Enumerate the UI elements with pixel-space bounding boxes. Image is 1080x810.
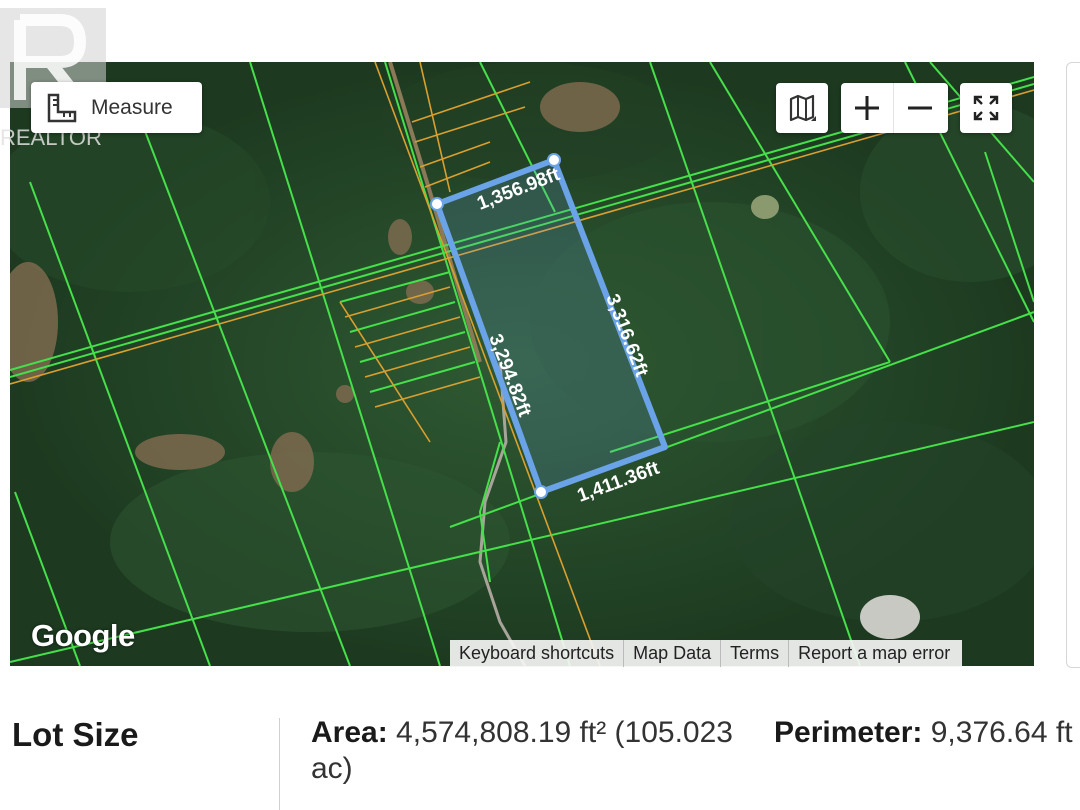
area-label: Area: [311, 716, 388, 749]
map-data-link[interactable]: Map Data [624, 640, 722, 667]
terms-link[interactable]: Terms [721, 640, 790, 667]
zoom-in-button[interactable] [841, 83, 893, 133]
lot-size-details: Area: 4,574,808.19 ft² (105.023 Perimete… [311, 716, 1080, 785]
map-layers-icon [789, 94, 816, 122]
fullscreen-icon [973, 95, 999, 121]
fullscreen-button[interactable] [960, 83, 1012, 133]
lot-size-heading: Lot Size [12, 716, 139, 753]
perimeter-line: Perimeter: 9,376.64 ft [774, 716, 1073, 750]
area-value-continued: ac) [311, 752, 353, 785]
keyboard-shortcuts-link[interactable]: Keyboard shortcuts [450, 640, 625, 667]
zoom-control[interactable] [841, 83, 948, 133]
area-value: 4,574,808.19 ft² (105.023 [396, 716, 733, 749]
fullscreen-control[interactable] [960, 83, 1012, 133]
perimeter-label: Perimeter: [774, 716, 923, 749]
area-line: Area: 4,574,808.19 ft² (105.023 [311, 716, 733, 750]
side-card [1066, 62, 1080, 668]
plus-icon [855, 96, 879, 120]
map-type-control[interactable] [776, 83, 828, 133]
map-attribution-bar: Keyboard shortcuts Map Data Terms Report… [450, 640, 963, 667]
perimeter-value: 9,376.64 ft [930, 716, 1073, 749]
vertex-handle[interactable] [430, 197, 444, 211]
section-divider [279, 718, 280, 810]
map-layers-button[interactable] [776, 83, 828, 133]
vertex-handle[interactable] [534, 485, 548, 499]
zoom-out-button[interactable] [893, 83, 946, 133]
google-logo[interactable]: Google [31, 618, 135, 654]
satellite-imagery: 1,356.98ft 3,316.62ft 1,411.36ft 3,294.8… [10, 62, 1034, 666]
measure-button-label: Measure [91, 95, 173, 119]
report-map-error-link[interactable]: Report a map error [789, 640, 962, 667]
map-view[interactable]: 1,356.98ft 3,316.62ft 1,411.36ft 3,294.8… [10, 62, 1034, 666]
minus-icon [908, 106, 932, 110]
ruler-square-icon [47, 93, 77, 122]
measure-button[interactable]: Measure [31, 82, 202, 133]
